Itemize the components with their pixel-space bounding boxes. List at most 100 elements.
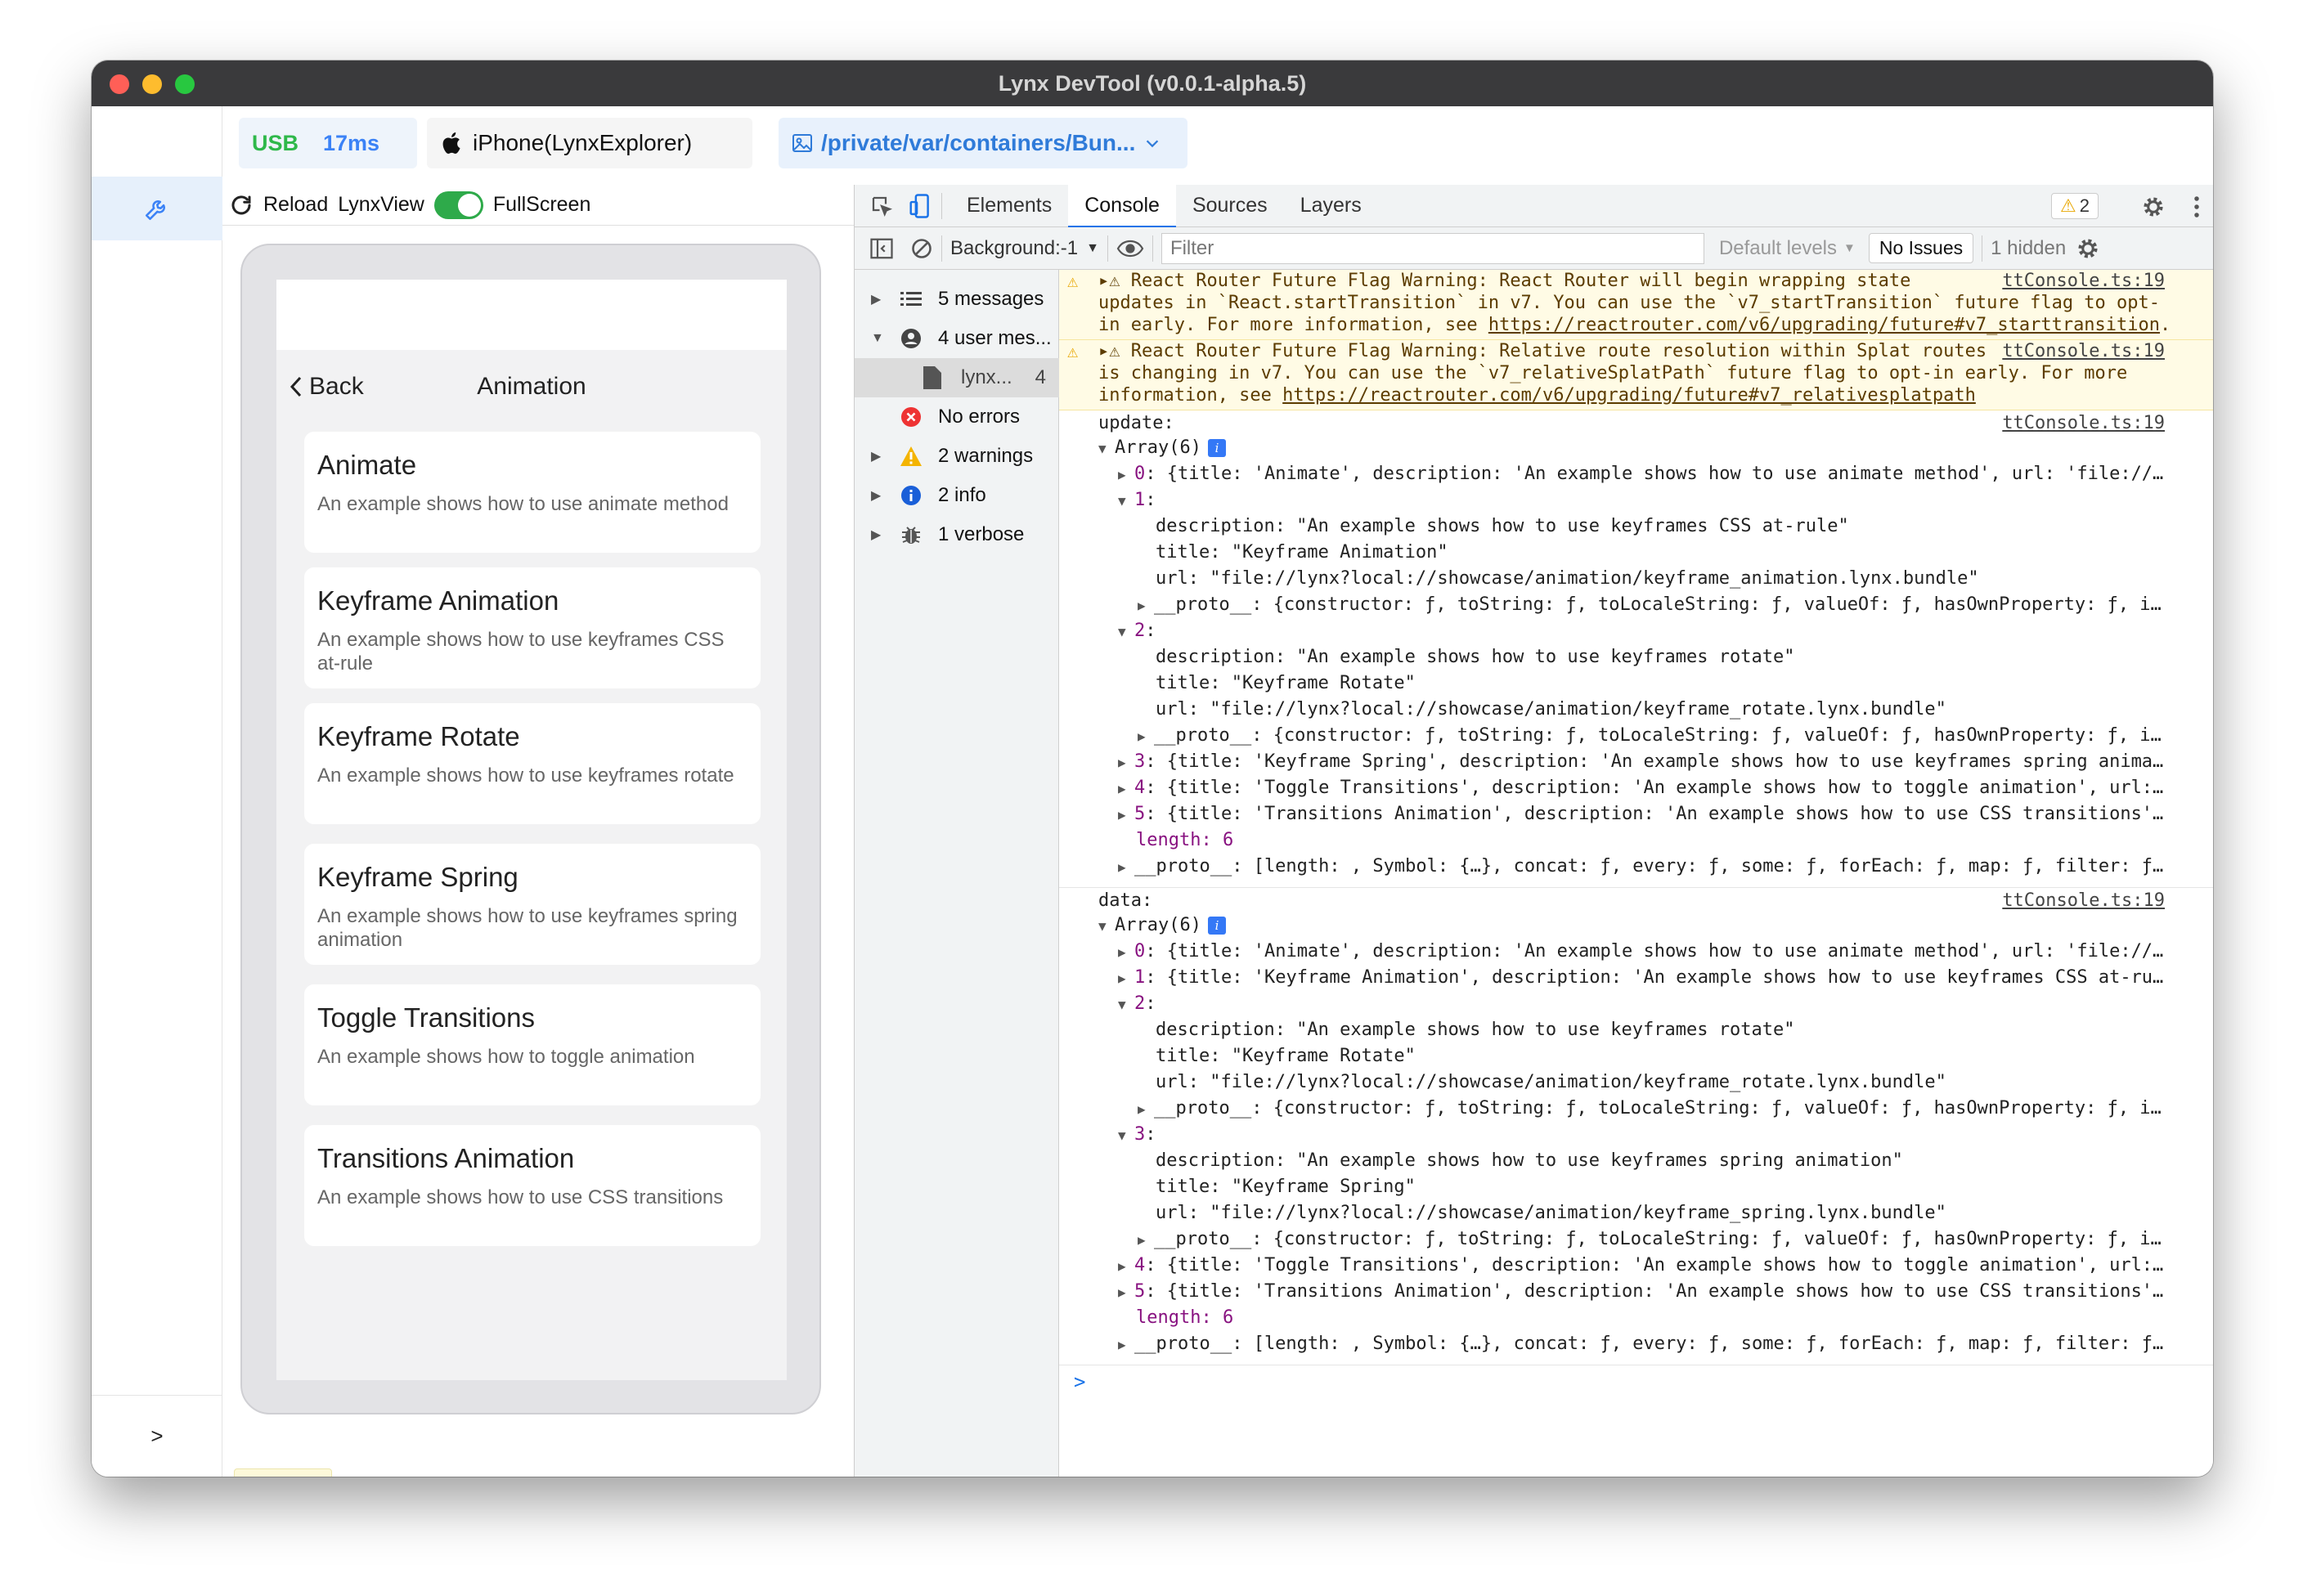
expand-icon: ▶ [871,528,882,542]
minimize-window-button[interactable] [142,74,162,94]
expand-icon: ▶ [1118,1337,1126,1352]
card-transitions-animation[interactable]: Transitions Animation An example shows h… [304,1125,761,1246]
card-keyframe-animation[interactable]: Keyframe Animation An example shows how … [304,567,761,688]
sidebar-item-lynx-file[interactable]: lynx... 4 [855,358,1059,397]
tab-separator [941,192,942,219]
source-link[interactable]: ttConsole.ts:19 [2002,890,2165,912]
array-item-0[interactable]: ▶ 0: {title: 'Animate', description: 'An … [1118,939,2163,965]
prop-proto[interactable]: ▶ __proto__: {constructor: ƒ, toString: ƒ… [1138,723,2162,749]
collapse-icon: ▼ [1098,918,1107,934]
tab-console[interactable]: Console [1068,184,1176,228]
log-levels-selector[interactable]: Default levels [1719,237,1837,260]
array-item-2[interactable]: ▼ 2: [1118,991,1156,1017]
context-selector[interactable]: Background:-1 [950,237,1078,260]
status-bar [276,280,787,350]
sidebar-item-messages[interactable]: ▶ 5 messages [855,280,1059,319]
console-log-data[interactable]: data: ttConsole.ts:19 ▼ Array(6) i ▶ 0: {ti… [1059,888,2213,1365]
maximize-window-button[interactable] [175,74,195,94]
prop-url: url: "file://lynx?local://showcase/anima… [1156,568,1979,589]
array-item-4[interactable]: ▶ 4: {title: 'Toggle Transitions', descri… [1118,1253,2163,1279]
array-header[interactable]: ▼ Array(6) i [1098,912,1226,939]
more-options-icon[interactable] [2192,195,2202,219]
prop-proto[interactable]: ▶ __proto__: {constructor: ƒ, toString: ƒ… [1138,1096,2162,1122]
array-item-3[interactable]: ▼ 3: [1118,1122,1156,1148]
docs-link[interactable]: https://reactrouter.com/v6/upgrading/fut… [1282,385,1976,406]
console-warning[interactable]: ⚠ ▸⚠ React Router Future Flag Warning: R… [1059,270,2213,340]
eye-icon[interactable] [1116,239,1144,258]
caret-down-icon: ▼ [1086,240,1099,255]
reload-icon[interactable] [229,193,254,217]
bundle-path-selector[interactable]: /private/var/containers/Bun... [779,118,1187,168]
tab-sources[interactable]: Sources [1176,185,1284,227]
device-selector[interactable]: iPhone(LynxExplorer) [427,118,752,168]
array-item-4[interactable]: ▶ 4: {title: 'Toggle Transitions', descri… [1118,775,2163,801]
item-summary: {title: 'Toggle Transitions', descriptio… [1166,778,2164,798]
clear-console-icon[interactable] [910,237,933,260]
settings-gear-icon[interactable] [2141,195,2166,219]
array-header[interactable]: ▼ Array(6) i [1098,435,1226,461]
lynxview-label: LynxView [338,193,424,216]
sidebar-toggle-icon[interactable] [869,237,894,260]
source-link[interactable]: ttConsole.ts:19 [2002,270,2165,293]
prop-title: title: "Keyframe Animation" [1156,542,1448,563]
close-window-button[interactable] [110,74,129,94]
info-icon [899,483,923,508]
console-warning[interactable]: ⚠ ▸⚠ React Router Future Flag Warning: R… [1059,340,2213,410]
card-keyframe-rotate[interactable]: Keyframe Rotate An example shows how to … [304,703,761,824]
array-item-1[interactable]: ▼ 1: [1118,487,1156,513]
item-summary: {title: 'Animate', description: 'An exam… [1166,941,2164,962]
filter-input[interactable]: Filter [1160,232,1704,264]
apple-icon [442,132,460,154]
sidebar-item-warnings[interactable]: ▶ 2 warnings [855,437,1059,476]
expand-sidebar-button[interactable]: > [92,1395,222,1477]
card-keyframe-spring[interactable]: Keyframe Spring An example shows how to … [304,844,761,965]
sidebar-item-user-messages[interactable]: ▼ 4 user mes... [855,319,1059,358]
card-animate[interactable]: Animate An example shows how to use anim… [304,432,761,553]
warning-count-badge[interactable]: ⚠ 2 [2051,193,2099,219]
source-link[interactable]: ttConsole.ts:19 [2002,340,2165,363]
console-prompt[interactable]: > [1074,1370,1085,1393]
devtools-tab-bar: Elements Console Sources Layers ⚠ 2 [855,184,2213,228]
array-item-1[interactable]: ▶ 1: {title: 'Keyframe Animation', descri… [1118,965,2163,991]
console-settings-icon[interactable] [2076,236,2100,261]
prop-proto[interactable]: ▶ __proto__: {constructor: ƒ, toString: ƒ… [1138,592,2162,618]
prop-description: description: "An example shows how to us… [1156,647,1795,667]
sidebar-count: 4 [1035,366,1046,388]
hidden-count: 1 hidden [1991,236,2067,259]
collapse-icon: ▼ [1118,1128,1126,1143]
array-item-5[interactable]: ▶ 5: {title: 'Transitions Animation', des… [1118,1279,2163,1305]
tab-layers[interactable]: Layers [1284,185,1378,227]
issues-button[interactable]: No Issues [1868,233,1974,263]
console-log-update[interactable]: update: ttConsole.ts:19 ▼ Array(6) i ▶ 0: {… [1059,410,2213,888]
array-proto[interactable]: ▶ __proto__: [length: , Symbol: {…}, conc… [1118,1331,2163,1357]
array-label: Array(6) [1115,437,1201,458]
card-toggle-transitions[interactable]: Toggle Transitions An example shows how … [304,984,761,1105]
tools-tab[interactable] [92,177,222,240]
warning-icon: ⚠ [1067,271,1079,292]
docs-link[interactable]: https://reactrouter.com/v6/upgrading/fut… [1488,315,2160,335]
card-description: An example shows how to use CSS transiti… [317,1186,724,1208]
array-item-5[interactable]: ▶ 5: {title: 'Transitions Animation', des… [1118,801,2163,827]
sidebar-item-info[interactable]: ▶ 2 info [855,476,1059,515]
array-proto[interactable]: ▶ __proto__: [length: , Symbol: {…}, conc… [1118,854,2163,880]
sidebar-item-verbose[interactable]: ▶ 1 verbose [855,515,1059,554]
sidebar-item-errors[interactable]: No errors [855,397,1059,437]
prop-proto[interactable]: ▶ __proto__: {constructor: ƒ, toString: ƒ… [1138,1226,2162,1253]
array-item-3[interactable]: ▶ 3: {title: 'Keyframe Spring', descripti… [1118,749,2163,775]
collapse-icon: ▼ [1098,441,1107,456]
wrench-icon [145,200,165,221]
reload-button[interactable]: Reload [263,193,328,217]
connection-status[interactable]: USB 17ms [239,118,417,168]
item-summary: {title: 'Keyframe Animation', descriptio… [1166,967,2164,988]
expand-icon: ▶ [1118,807,1126,823]
inspect-element-icon[interactable] [869,194,894,218]
fullscreen-toggle[interactable] [433,191,483,219]
device-toolbar-icon[interactable] [909,193,933,219]
array-item-0[interactable]: ▶ 0: {title: 'Animate', description: 'An … [1118,461,2163,487]
back-button[interactable]: Back [288,373,364,401]
array-item-2[interactable]: ▼ 2: [1118,618,1156,644]
tab-elements[interactable]: Elements [950,185,1068,227]
card-description: An example shows how to toggle animation [317,1046,695,1068]
source-link[interactable]: ttConsole.ts:19 [2002,412,2165,435]
bug-icon [899,522,923,547]
